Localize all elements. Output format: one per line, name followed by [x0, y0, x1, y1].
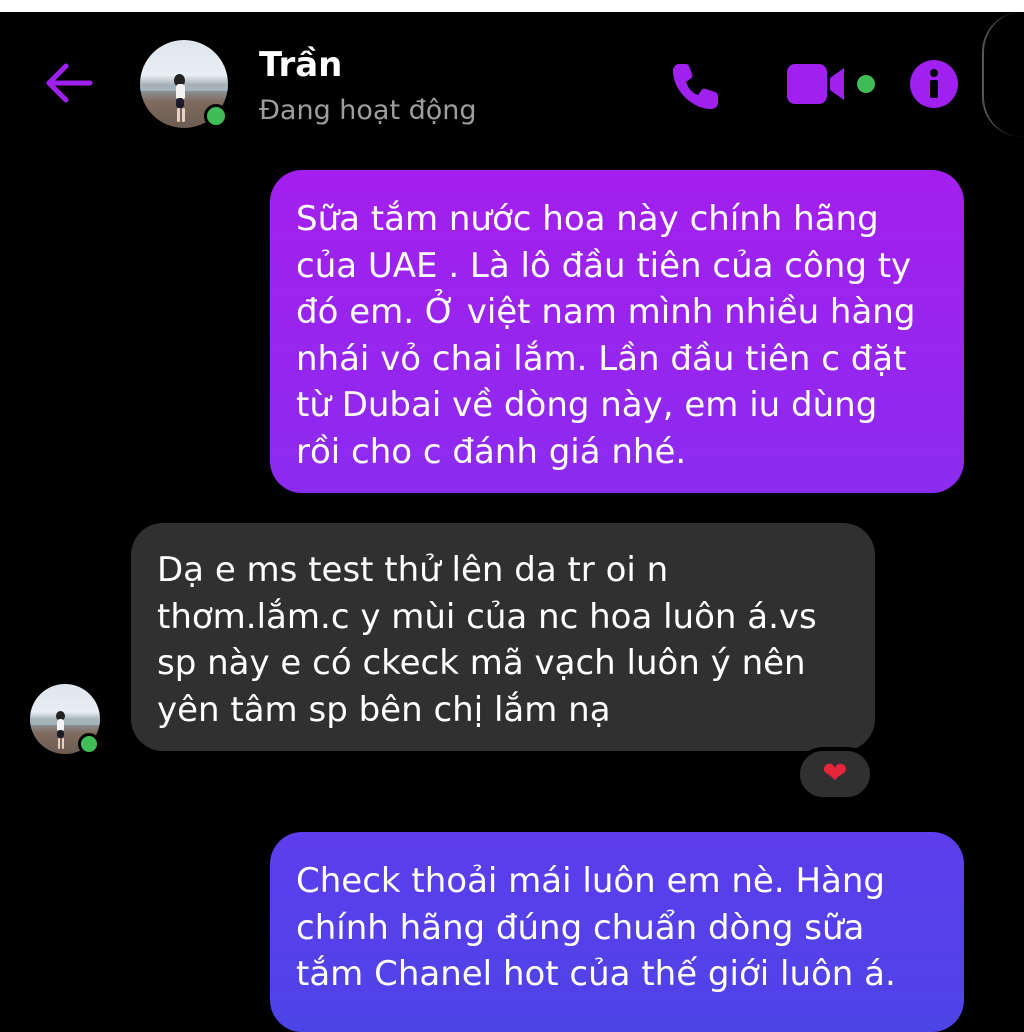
video-active-dot: [857, 75, 875, 93]
video-camera-icon[interactable]: [786, 62, 852, 106]
active-status: Đang hoạt động: [259, 95, 477, 126]
heart-reaction[interactable]: ❤: [796, 747, 874, 801]
outgoing-message[interactable]: Sữa tắm nước hoa này chính hãng của UAE …: [270, 170, 964, 493]
back-arrow-icon[interactable]: [42, 58, 96, 108]
sender-online-indicator: [78, 733, 100, 755]
top-white-strip: [0, 0, 1024, 12]
info-icon[interactable]: [910, 60, 958, 108]
screen-edge: [982, 12, 1024, 137]
incoming-message[interactable]: Dạ e ms test thử lên da tr oi n thơm.lắm…: [131, 523, 875, 751]
online-indicator: [204, 104, 228, 128]
heart-icon: ❤: [822, 756, 848, 791]
contact-name[interactable]: Trần: [259, 45, 342, 85]
phone-icon[interactable]: [670, 58, 724, 112]
outgoing-message[interactable]: Check thoải mái luôn em nè. Hàng chính h…: [270, 832, 964, 1032]
